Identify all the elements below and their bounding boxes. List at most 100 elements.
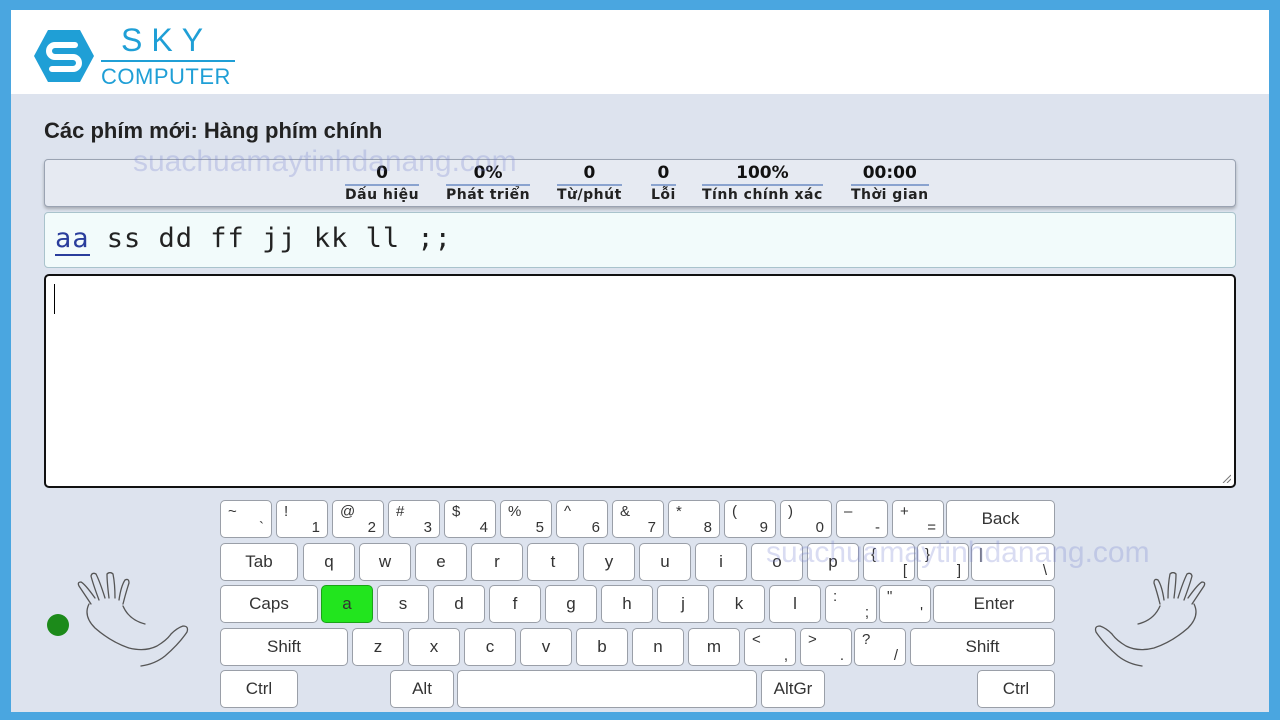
key-symbol-0-3[interactable]: #3 [388,500,440,538]
key-alt[interactable]: Alt [390,670,454,708]
key-label: \ [1042,562,1047,579]
key-label: w [378,552,392,571]
key-z[interactable]: z [352,628,404,666]
key-symbol-3-9[interactable]: >. [800,628,852,666]
key-label: Ctrl [245,679,273,698]
key-shift-label: + [900,503,909,520]
key-back[interactable]: Back [946,500,1055,538]
key-symbol-0-2[interactable]: @2 [332,500,384,538]
key-label: e [436,552,446,571]
logo-icon [34,30,94,82]
key-symbol-0-0[interactable]: ~ ` [220,500,272,538]
key-symbol-0-1[interactable]: ! 1 [276,500,328,538]
key-s[interactable]: s [377,585,429,623]
key-h[interactable]: h [601,585,653,623]
stat-label: Dấu hiệu [345,187,420,203]
stat-value: 0% [446,163,531,186]
key-symbol-0-9[interactable]: (9 [724,500,776,538]
key-label: x [429,637,439,656]
key-label: 3 [423,519,432,536]
key-l[interactable]: l [769,585,821,623]
key-enter[interactable]: Enter [933,585,1055,623]
key-symbol-3-8[interactable]: <, [744,628,796,666]
key-tab[interactable]: Tab [220,543,298,581]
key-shift-label: @ [340,503,356,520]
key-label: v [541,637,551,656]
key-label: Shift [266,637,302,656]
key-symbol-1-12[interactable]: }] [917,543,969,581]
key-symbol-0-5[interactable]: % 5 [500,500,552,538]
key-i[interactable]: i [695,543,747,581]
key-shift-label: ? [862,631,871,648]
key-label: i [719,552,723,571]
key-shift-label: % [508,503,522,520]
key-x[interactable]: x [408,628,460,666]
key-d[interactable]: d [433,585,485,623]
key-j[interactable]: j [657,585,709,623]
key-label: q [324,552,334,571]
key-label: Enter [973,594,1015,613]
key-symbol-0-10[interactable]: ) 0 [780,500,832,538]
key-symbol-1-13[interactable]: | \ [971,543,1055,581]
key-label: ] [956,562,961,579]
lesson-current-word: aa [55,223,90,256]
key-symbol-1-11[interactable]: {[ [863,543,915,581]
key-ctrl[interactable]: Ctrl [977,670,1055,708]
key-q[interactable]: q [303,543,355,581]
left-hand-icon [77,572,189,667]
key-o[interactable]: o [751,543,803,581]
key-ctrl[interactable]: Ctrl [220,670,298,708]
key-w[interactable]: w [359,543,411,581]
stat-wpm: 0 Từ/phút [557,163,622,203]
key-r[interactable]: r [471,543,523,581]
key-g[interactable]: g [545,585,597,623]
key-symbol-0-8[interactable]: * 8 [668,500,720,538]
key-shift-label: – [844,503,853,520]
key-symbol-0-11[interactable]: – - [836,500,888,538]
key-a[interactable]: a [321,585,373,623]
key-b[interactable]: b [576,628,628,666]
key-symbol-0-7[interactable]: & 7 [612,500,664,538]
key-e[interactable]: e [415,543,467,581]
key-label: = [927,519,936,536]
stat-label: Từ/phút [557,187,622,203]
key-label: z [373,637,383,656]
stat-signs: 0 Dấu hiệu [345,163,420,203]
key-label: 6 [591,519,600,536]
key-label: h [622,594,632,613]
key-m[interactable]: m [688,628,740,666]
key-shift-label: : [833,588,838,605]
key-space[interactable] [457,670,757,708]
resize-handle-icon[interactable] [1221,473,1231,483]
key-caps[interactable]: Caps [220,585,318,623]
key-v[interactable]: v [520,628,572,666]
stat-time: 00:00 Thời gian [851,163,929,203]
key-label: j [681,594,685,613]
key-label: 0 [815,519,824,536]
key-p[interactable]: p [807,543,859,581]
key-y[interactable]: y [583,543,635,581]
key-shift-label: # [396,503,405,520]
key-symbol-2-10[interactable]: :; [825,585,877,623]
stat-progress: 0% Phát triển [446,163,531,203]
key-n[interactable]: n [632,628,684,666]
key-c[interactable]: c [464,628,516,666]
key-altgr[interactable]: AltGr [761,670,825,708]
key-label: 2 [367,519,376,536]
key-shift[interactable]: Shift [910,628,1055,666]
key-symbol-0-12[interactable]: + = [892,500,944,538]
typing-input[interactable] [44,274,1236,488]
key-k[interactable]: k [713,585,765,623]
key-symbol-0-6[interactable]: ^ 6 [556,500,608,538]
key-symbol-2-11[interactable]: " ' [879,585,931,623]
key-label: - [875,519,880,536]
key-symbol-3-10[interactable]: ? / [854,628,906,666]
key-label: 9 [759,519,768,536]
key-f[interactable]: f [489,585,541,623]
key-u[interactable]: u [639,543,691,581]
key-symbol-0-4[interactable]: $4 [444,500,496,538]
key-t[interactable]: t [527,543,579,581]
key-shift[interactable]: Shift [220,628,348,666]
key-shift-label: ^ [564,503,572,520]
stat-label: Tính chính xác [702,187,823,203]
